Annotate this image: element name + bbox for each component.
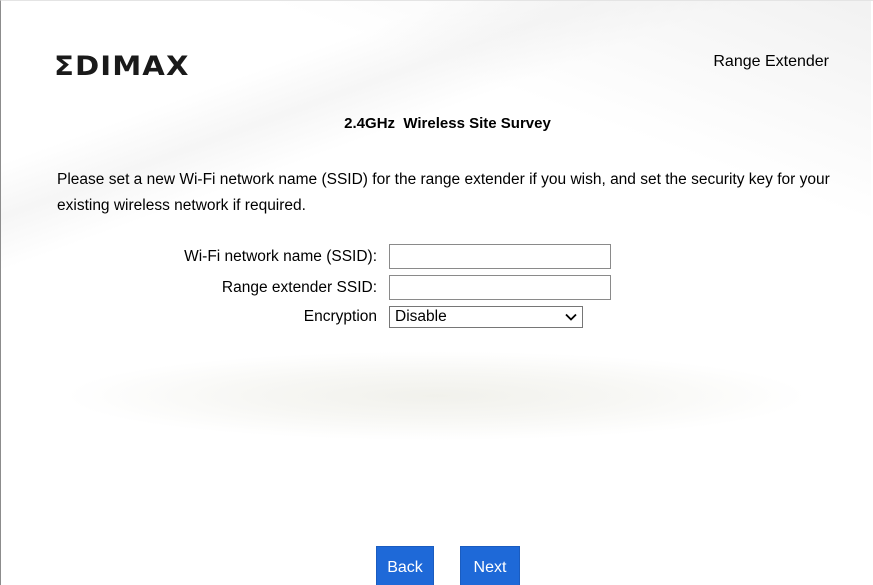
extender-ssid-label: Range extender SSID: bbox=[221, 279, 377, 296]
instructions-text: Please set a new Wi-Fi network name (SSI… bbox=[57, 171, 830, 214]
product-name: Range Extender bbox=[713, 53, 829, 70]
background-watermark bbox=[61, 351, 811, 441]
extender-ssid-input[interactable] bbox=[389, 275, 611, 300]
ssid-input[interactable] bbox=[389, 244, 611, 269]
page-frame: ƩDIMAX Range Extender 2.4GHz Wireless Si… bbox=[0, 0, 873, 585]
encryption-label: Encryption bbox=[303, 308, 377, 325]
encryption-row: Encryption Disable bbox=[1, 306, 873, 332]
chevron-down-icon bbox=[565, 313, 577, 321]
ssid-row: Wi-Fi network name (SSID): bbox=[1, 244, 873, 270]
edimax-logo: ƩDIMAX bbox=[54, 51, 190, 82]
back-button[interactable]: Back bbox=[376, 546, 434, 585]
ssid-label: Wi-Fi network name (SSID): bbox=[184, 248, 377, 265]
encryption-selected-value: Disable bbox=[395, 308, 447, 325]
next-button[interactable]: Next bbox=[460, 546, 520, 585]
encryption-select[interactable]: Disable bbox=[389, 306, 583, 328]
page-title: 2.4GHz Wireless Site Survey bbox=[344, 115, 551, 132]
extender-ssid-row: Range extender SSID: bbox=[1, 275, 873, 301]
